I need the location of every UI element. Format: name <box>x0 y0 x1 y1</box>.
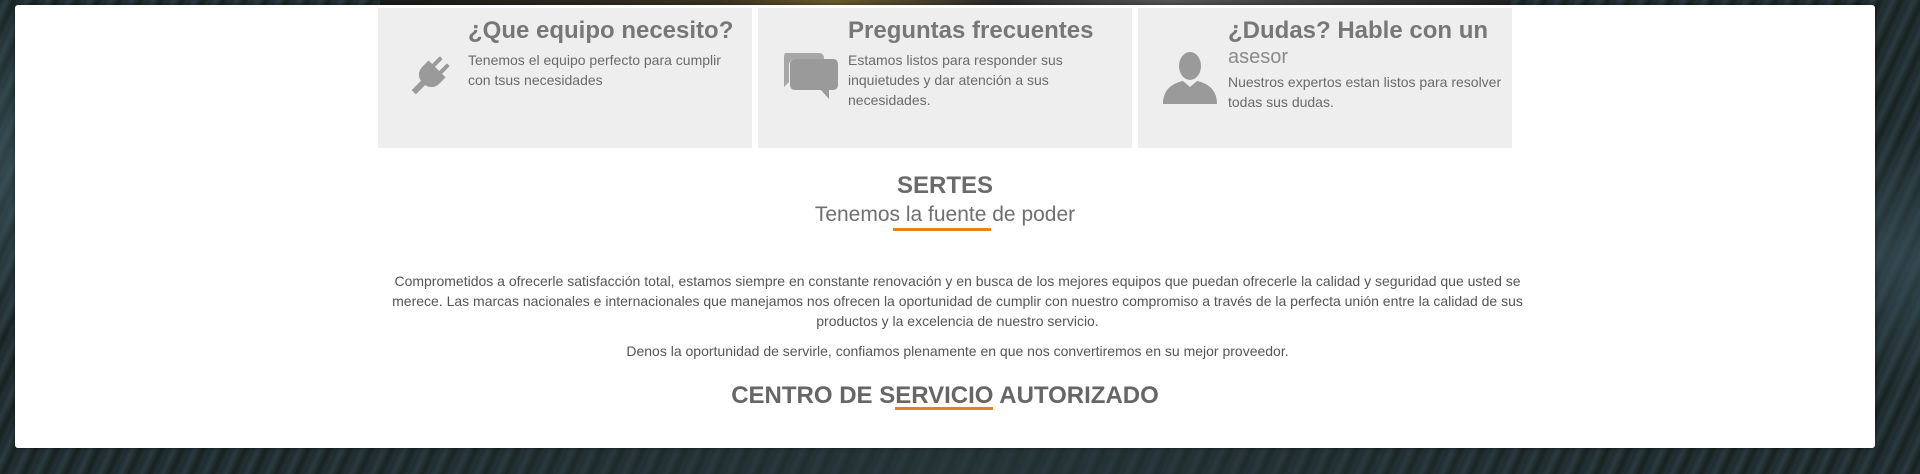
feature-title: ¿Que equipo necesito? <box>468 17 734 44</box>
content-card: ¿Que equipo necesito? Tenemos el equipo … <box>15 5 1875 448</box>
brand-subtitle: Tenemos la fuente de poder <box>814 203 1076 226</box>
about-paragraph: Denos la oportunidad de servirle, confia… <box>626 343 1289 359</box>
feature-text: ¿Dudas? Hable con un asesor Nuestros exp… <box>1228 16 1506 112</box>
brand-title: SERTES <box>896 172 994 199</box>
service-underline <box>895 407 993 410</box>
feature-faq[interactable]: Preguntas frecuentes Estamos listos para… <box>758 8 1132 148</box>
feature-advisor[interactable]: ¿Dudas? Hable con un asesor Nuestros exp… <box>1138 8 1512 148</box>
feature-title: Preguntas frecuentes <box>848 17 1094 44</box>
chat-bubbles-icon <box>780 46 840 106</box>
feature-text: ¿Que equipo necesito? Tenemos el equipo … <box>468 16 746 90</box>
about-paragraph: Comprometidos a ofrecerle satisfacción t… <box>392 273 1523 329</box>
feature-boxes: ¿Que equipo necesito? Tenemos el equipo … <box>378 8 1512 148</box>
brand-heading: SERTES Tenemos la fuente de poder <box>15 171 1875 229</box>
feature-description: Nuestros expertos estan listos para reso… <box>1228 74 1502 110</box>
feature-title: ¿Dudas? Hable con un asesor <box>1228 16 1506 68</box>
plug-icon <box>400 46 460 106</box>
user-icon <box>1160 46 1220 106</box>
brand-underline <box>893 228 991 231</box>
feature-text: Preguntas frecuentes Estamos listos para… <box>848 16 1126 110</box>
feature-equipment[interactable]: ¿Que equipo necesito? Tenemos el equipo … <box>378 8 752 148</box>
about-text: Comprometidos a ofrecerle satisfacción t… <box>385 271 1530 371</box>
feature-description: Tenemos el equipo perfecto para cumplir … <box>468 52 721 88</box>
feature-title-extra: asesor <box>1228 46 1289 68</box>
feature-description: Estamos listos para responder sus inquie… <box>848 52 1063 108</box>
